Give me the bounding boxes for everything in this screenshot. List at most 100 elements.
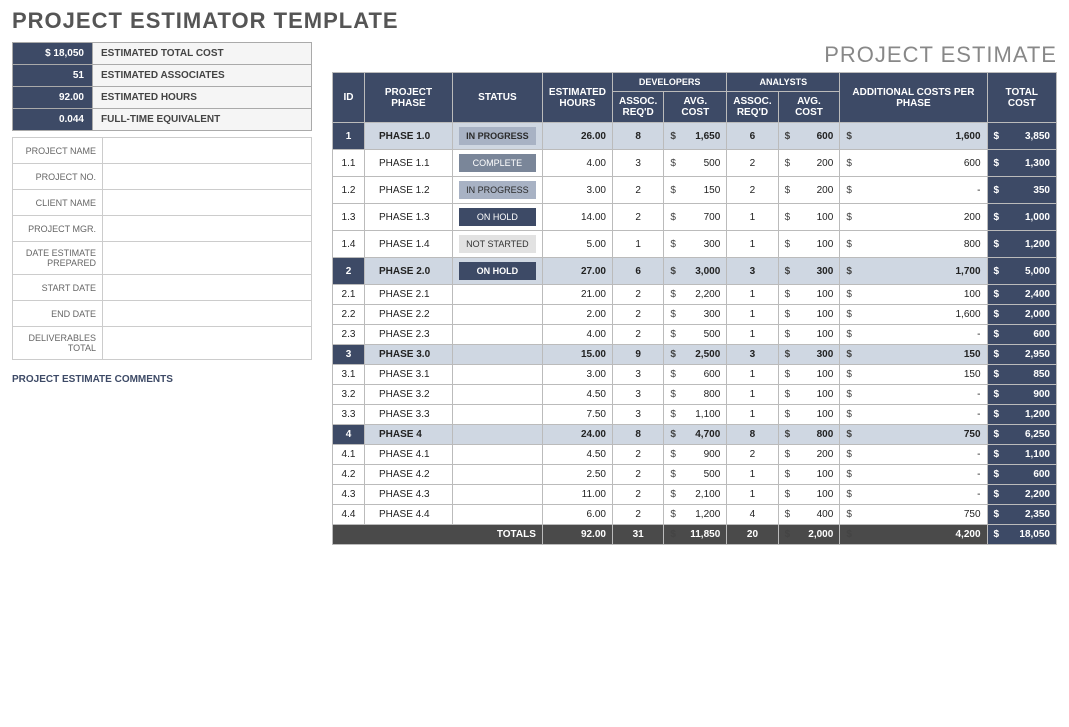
summary-label: FULL-TIME EQUIVALENT xyxy=(93,109,312,131)
cell-an-assoc: 1 xyxy=(727,204,778,231)
cell-an-assoc: 3 xyxy=(727,345,778,365)
table-row: 4 PHASE 4 24.00 8 $ 4,700 8 $ 800 $ 750 … xyxy=(333,425,1057,445)
currency-symbol: $ xyxy=(778,177,792,204)
cell-an-cost: 400 xyxy=(792,505,840,525)
col-est-hours: ESTIMATED HOURS xyxy=(542,73,612,123)
cell-dev-assoc: 3 xyxy=(612,405,663,425)
currency-symbol: $ xyxy=(664,465,678,485)
currency-symbol: $ xyxy=(778,345,792,365)
cell-an-cost: 100 xyxy=(792,405,840,425)
table-row: 2.3 PHASE 2.3 4.00 2 $ 500 1 $ 100 $ - $… xyxy=(333,325,1057,345)
currency-symbol: $ xyxy=(664,177,678,204)
cell-hours: 5.00 xyxy=(542,231,612,258)
currency-symbol: $ xyxy=(664,325,678,345)
totals-dev-cost: 11,850 xyxy=(678,525,727,545)
status-badge: ON HOLD xyxy=(459,262,536,280)
meta-value[interactable] xyxy=(103,138,312,164)
status-badge: COMPLETE xyxy=(459,154,536,172)
cell-an-cost: 800 xyxy=(792,425,840,445)
summary-label: ESTIMATED HOURS xyxy=(93,87,312,109)
currency-symbol: $ xyxy=(840,231,854,258)
page-title: PROJECT ESTIMATOR TEMPLATE xyxy=(12,8,1057,34)
status-badge: NOT STARTED xyxy=(459,235,536,253)
cell-status xyxy=(452,485,542,505)
cell-id: 3.2 xyxy=(333,385,365,405)
meta-value[interactable] xyxy=(103,301,312,327)
cell-dev-cost: 3,000 xyxy=(678,258,727,285)
cell-dev-assoc: 2 xyxy=(612,325,663,345)
cell-an-assoc: 2 xyxy=(727,177,778,204)
meta-label: START DATE xyxy=(13,275,103,301)
cell-phase: PHASE 2.2 xyxy=(365,305,453,325)
meta-label: END DATE xyxy=(13,301,103,327)
currency-symbol: $ xyxy=(987,204,1001,231)
cell-an-cost: 300 xyxy=(792,345,840,365)
col-an-cost: AVG. COST xyxy=(778,92,840,123)
totals-hours: 92.00 xyxy=(542,525,612,545)
cell-status: ON HOLD xyxy=(452,258,542,285)
cell-phase: PHASE 3.1 xyxy=(365,365,453,385)
cell-dev-assoc: 3 xyxy=(612,365,663,385)
currency-symbol: $ xyxy=(778,485,792,505)
currency-symbol: $ xyxy=(840,405,854,425)
cell-id: 2.1 xyxy=(333,285,365,305)
comments-label: PROJECT ESTIMATE COMMENTS xyxy=(12,374,312,385)
meta-value[interactable] xyxy=(103,216,312,242)
cell-total: 2,200 xyxy=(1001,485,1056,505)
cell-id: 4 xyxy=(333,425,365,445)
cell-hours: 4.50 xyxy=(542,385,612,405)
cell-add: - xyxy=(854,385,987,405)
cell-status xyxy=(452,305,542,325)
cell-phase: PHASE 1.2 xyxy=(365,177,453,204)
cell-dev-cost: 2,500 xyxy=(678,345,727,365)
meta-value[interactable] xyxy=(103,327,312,360)
cell-dev-cost: 300 xyxy=(678,231,727,258)
currency-symbol: $ xyxy=(778,123,792,150)
currency-symbol: $ xyxy=(840,465,854,485)
cell-an-cost: 100 xyxy=(792,231,840,258)
cell-phase: PHASE 1.0 xyxy=(365,123,453,150)
cell-id: 1.3 xyxy=(333,204,365,231)
cell-add: 750 xyxy=(854,505,987,525)
cell-dev-assoc: 2 xyxy=(612,485,663,505)
cell-id: 1 xyxy=(333,123,365,150)
meta-label: DATE ESTIMATE PREPARED xyxy=(13,242,103,275)
currency-symbol: $ xyxy=(987,150,1001,177)
meta-value[interactable] xyxy=(103,190,312,216)
cell-dev-assoc: 6 xyxy=(612,258,663,285)
cell-dev-assoc: 2 xyxy=(612,177,663,204)
currency-symbol: $ xyxy=(778,425,792,445)
cell-total: 2,950 xyxy=(1001,345,1056,365)
cell-total: 1,200 xyxy=(1001,405,1056,425)
cell-dev-assoc: 2 xyxy=(612,465,663,485)
col-total-cost: TOTAL COST xyxy=(987,73,1056,123)
cell-an-cost: 200 xyxy=(792,150,840,177)
meta-label: CLIENT NAME xyxy=(13,190,103,216)
cell-dev-cost: 700 xyxy=(678,204,727,231)
currency-symbol: $ xyxy=(778,305,792,325)
cell-total: 2,000 xyxy=(1001,305,1056,325)
cell-total: 1,300 xyxy=(1001,150,1056,177)
cell-add: 150 xyxy=(854,365,987,385)
cell-an-assoc: 1 xyxy=(727,465,778,485)
cell-an-assoc: 4 xyxy=(727,505,778,525)
col-dev-assoc: ASSOC. REQ'D xyxy=(612,92,663,123)
currency-symbol: $ xyxy=(840,204,854,231)
cell-dev-assoc: 3 xyxy=(612,150,663,177)
currency-symbol: $ xyxy=(987,345,1001,365)
cell-dev-cost: 2,100 xyxy=(678,485,727,505)
currency-symbol: $ xyxy=(840,385,854,405)
meta-value[interactable] xyxy=(103,275,312,301)
summary-value: 92.00 xyxy=(13,87,93,109)
cell-hours: 21.00 xyxy=(542,285,612,305)
cell-add: - xyxy=(854,405,987,425)
cell-id: 4.4 xyxy=(333,505,365,525)
meta-value[interactable] xyxy=(103,242,312,275)
meta-label: PROJECT NO. xyxy=(13,164,103,190)
table-row: 4.3 PHASE 4.3 11.00 2 $ 2,100 1 $ 100 $ … xyxy=(333,485,1057,505)
cell-id: 3.3 xyxy=(333,405,365,425)
cell-phase: PHASE 3.0 xyxy=(365,345,453,365)
cell-status xyxy=(452,445,542,465)
cell-dev-assoc: 2 xyxy=(612,204,663,231)
meta-value[interactable] xyxy=(103,164,312,190)
